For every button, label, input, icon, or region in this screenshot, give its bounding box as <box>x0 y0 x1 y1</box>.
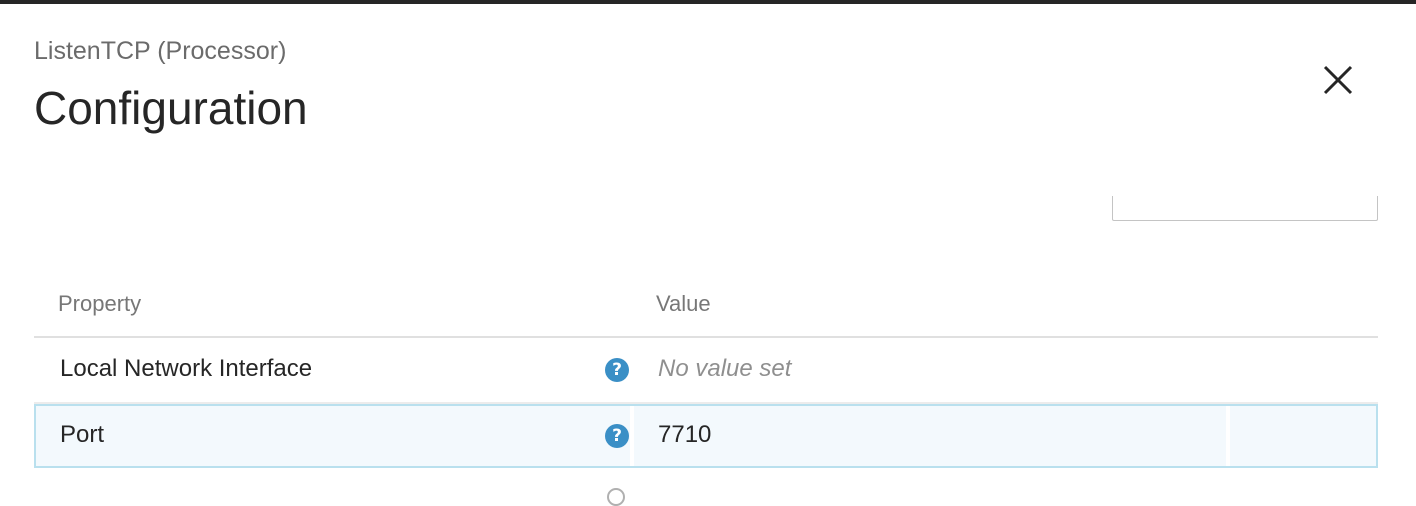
property-value[interactable]: 7710 <box>658 420 711 450</box>
dialog-subtitle: ListenTCP (Processor) <box>34 37 287 65</box>
column-divider <box>1226 338 1230 402</box>
table-row-local-network-interface[interactable]: Local Network Interface ? No value set <box>34 338 1378 402</box>
column-divider <box>1226 406 1230 466</box>
table-row-port[interactable]: Port ? 7710 <box>34 404 1378 468</box>
property-name: Local Network Interface <box>60 355 313 382</box>
table-header: Property Value <box>34 270 1378 338</box>
close-icon <box>1323 65 1353 95</box>
close-button[interactable] <box>1314 56 1362 104</box>
dialog-title: Configuration <box>34 82 308 134</box>
property-value[interactable]: No value set <box>658 354 791 384</box>
help-icon <box>607 488 625 506</box>
filter-input[interactable] <box>1112 196 1378 221</box>
window-top-border <box>0 0 1416 4</box>
help-icon[interactable]: ? <box>605 424 629 448</box>
property-name: Port <box>60 421 105 448</box>
help-icon[interactable]: ? <box>605 358 629 382</box>
column-divider <box>630 338 634 402</box>
properties-table: Property Value Local Network Interface ?… <box>34 270 1378 468</box>
column-divider <box>630 406 634 466</box>
column-header-value[interactable]: Value <box>656 290 711 318</box>
column-header-property[interactable]: Property <box>58 290 141 318</box>
